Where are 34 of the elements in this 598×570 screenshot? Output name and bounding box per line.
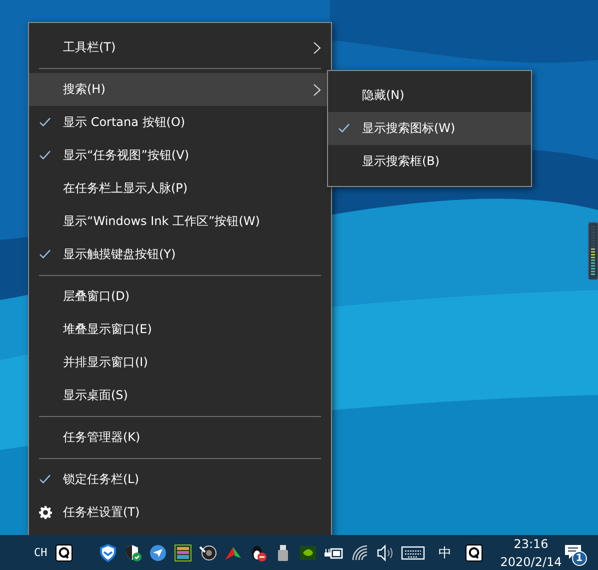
menu-item[interactable]: 锁定任务栏(L) bbox=[29, 463, 331, 496]
notification-button[interactable]: 1 bbox=[562, 538, 590, 568]
search-icon[interactable] bbox=[465, 544, 484, 562]
clock-date: 2020/2/14 bbox=[500, 554, 562, 570]
menu-item[interactable]: 层叠窗口(D) bbox=[29, 280, 331, 313]
volume-icon[interactable] bbox=[376, 544, 394, 562]
language-indicator[interactable]: CH bbox=[34, 546, 48, 559]
menu-item[interactable]: 任务管理器(K) bbox=[29, 421, 331, 454]
wifi-icon[interactable] bbox=[351, 544, 370, 562]
menu-item[interactable]: 并排显示窗口(I) bbox=[29, 346, 331, 379]
menu-item[interactable]: 显示触摸键盘按钮(Y) bbox=[29, 238, 331, 271]
paper-plane-icon[interactable] bbox=[149, 544, 168, 562]
clock-time: 23:16 bbox=[514, 536, 548, 552]
menu-item[interactable]: 工具栏(T) bbox=[29, 31, 331, 64]
menu-item[interactable]: 堆叠显示窗口(E) bbox=[29, 313, 331, 346]
menu-item[interactable]: 显示搜索图标(W) bbox=[328, 112, 531, 145]
shield-icon[interactable] bbox=[99, 544, 118, 562]
volume-meter-drawing bbox=[588, 222, 598, 280]
menu-item[interactable]: 显示“任务视图”按钮(V) bbox=[29, 139, 331, 172]
menu-item[interactable]: 任务栏设置(T) bbox=[29, 496, 331, 529]
menu-item[interactable]: 显示搜索框(B) bbox=[328, 145, 531, 178]
input-method-indicator[interactable]: 中 bbox=[438, 544, 452, 562]
menu-item[interactable]: 显示 Cortana 按钮(O) bbox=[29, 106, 331, 139]
keyboard-icon[interactable] bbox=[401, 544, 426, 562]
clock[interactable]: 23:16 2020/2/14 bbox=[500, 534, 562, 570]
menu-item[interactable]: 隐藏(N) bbox=[328, 79, 531, 112]
notification-badge: 1 bbox=[572, 550, 587, 566]
menu-item[interactable]: 显示“Windows Ink 工作区”按钮(W) bbox=[29, 205, 331, 238]
menu-item[interactable]: 显示桌面(S) bbox=[29, 379, 331, 412]
search-icon[interactable] bbox=[55, 544, 74, 562]
color-grid-icon[interactable] bbox=[174, 544, 192, 562]
menu-item[interactable]: 在任务栏上显示人脉(P) bbox=[29, 172, 331, 205]
settings-icon bbox=[39, 506, 52, 519]
shield-check-icon[interactable] bbox=[124, 544, 142, 562]
